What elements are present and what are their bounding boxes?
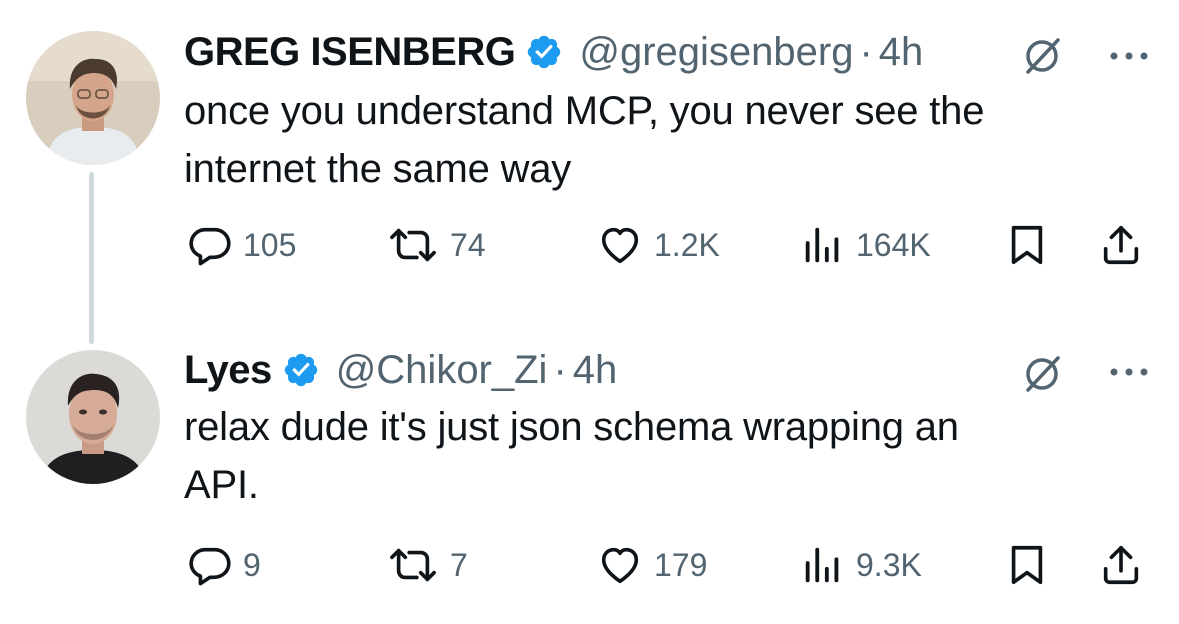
views-button[interactable]: 164K [800,220,931,270]
bookmark-icon [1011,545,1043,585]
tweet-lyes[interactable]: Lyes @Chikor_Zi · 4h relax dude it's jus… [0,320,1179,624]
verified-badge-icon [525,33,563,71]
reply-button[interactable]: 9 [187,540,261,590]
like-icon [601,547,639,584]
share-button[interactable] [1098,540,1144,590]
grok-icon[interactable] [1018,350,1066,398]
more-icon[interactable] [1106,362,1152,382]
repost-button[interactable]: 74 [386,220,486,270]
avatar[interactable] [26,350,160,484]
tweet-text-line: relax dude it's just json schema wrappin… [184,405,959,449]
tweet-text: once you understand MCP, you never see t… [184,82,1114,198]
bookmark-button[interactable] [1004,540,1050,590]
view-count: 9.3K [856,546,922,583]
repost-icon [390,228,436,262]
share-icon [1103,225,1139,265]
reply-icon [189,547,231,586]
separator-dot: · [859,30,873,74]
repost-button[interactable]: 7 [386,540,468,590]
views-button[interactable]: 9.3K [800,540,922,590]
action-bar: 105 74 1.2K 164K [0,220,1179,270]
share-icon [1103,545,1139,585]
tweet-header: Lyes @Chikor_Zi · 4h [184,346,617,394]
repost-count: 7 [450,546,468,583]
views-icon [805,227,839,263]
tweet-text: relax dude it's just json schema wrappin… [184,398,1114,514]
reply-button[interactable]: 105 [187,220,296,270]
tweet-text-line: once you understand MCP, you never see t… [184,89,985,133]
timestamp[interactable]: 4h [573,346,618,394]
repost-icon [390,548,436,582]
author-name[interactable]: GREG ISENBERG [184,28,516,76]
share-button[interactable] [1098,220,1144,270]
verified-badge-icon [282,351,320,389]
reply-count: 105 [243,226,297,263]
tweet-greg[interactable]: GREG ISENBERG @gregisenberg · 4h once yo… [0,0,1179,320]
tweet-text-line: API. [184,463,259,507]
like-count: 1.2K [654,226,720,263]
like-button[interactable]: 1.2K [596,220,720,270]
bookmark-button[interactable] [1004,220,1050,270]
author-handle[interactable]: @Chikor_Zi [336,346,548,394]
view-count: 164K [856,226,931,263]
repost-count: 74 [450,226,486,263]
views-icon [805,547,839,583]
action-bar: 9 7 179 9.3K [0,540,1179,590]
tweet-text-line: internet the same way [184,147,572,191]
author-handle[interactable]: @gregisenberg [579,28,853,76]
reply-count: 9 [243,546,261,583]
like-button[interactable]: 179 [596,540,707,590]
bookmark-icon [1011,225,1043,265]
avatar[interactable] [26,31,160,165]
reply-icon [189,227,231,266]
author-name[interactable]: Lyes [184,346,272,394]
more-icon[interactable] [1106,46,1152,66]
separator-dot: · [553,348,567,392]
timestamp[interactable]: 4h [879,28,924,76]
tweet-header: GREG ISENBERG @gregisenberg · 4h [184,28,923,76]
like-icon [601,227,639,264]
like-count: 179 [654,546,708,583]
grok-icon[interactable] [1018,32,1066,80]
